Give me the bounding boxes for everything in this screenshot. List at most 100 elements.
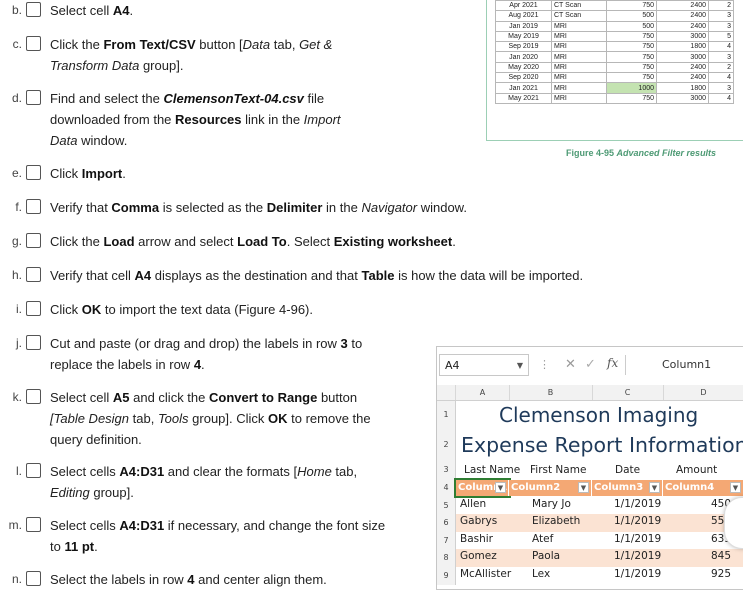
select-all-corner[interactable] <box>437 385 456 400</box>
table-header-label: Column4 <box>665 482 715 493</box>
row-header[interactable]: 6 <box>437 514 456 532</box>
step-checkbox[interactable] <box>26 199 41 214</box>
row-header[interactable]: 4 <box>437 479 456 497</box>
cancel-icon[interactable]: ✕ <box>565 357 576 372</box>
row-header[interactable]: 1 <box>437 401 456 429</box>
step-text: Verify that Comma is selected as the Del… <box>50 200 467 215</box>
filter-dropdown-icon[interactable]: ▼ <box>495 482 506 493</box>
column-headers: ABCD <box>437 385 743 401</box>
cell[interactable]: 1/1/2019 <box>614 533 661 545</box>
label-cell[interactable]: Date <box>615 464 640 476</box>
step-checkbox[interactable] <box>26 517 41 532</box>
sheet-subtitle[interactable]: Expense Report Information <box>461 433 743 457</box>
table-cell: 1800 <box>656 41 709 53</box>
label-cell[interactable]: Amount <box>676 464 717 476</box>
table-header-cell[interactable]: Column4 ▼ <box>663 480 743 496</box>
cell[interactable]: Gomez <box>460 550 497 562</box>
filter-dropdown-icon[interactable]: ▼ <box>649 482 660 493</box>
table-row: Jan 2020 MRI 750 3000 3 <box>495 51 734 63</box>
cell[interactable]: 925 <box>711 568 731 580</box>
table-row <box>456 549 743 567</box>
advanced-filter-figure: Apr 2021 CT Scan 750 2400 2 Aug 2021 CT Scan 50… <box>486 0 743 141</box>
cell[interactable]: Allen <box>460 498 486 510</box>
step-letter: j. <box>16 336 22 350</box>
filter-dropdown-icon[interactable]: ▼ <box>578 482 589 493</box>
row-header[interactable]: 8 <box>437 549 456 567</box>
table-header-cell[interactable]: Column1 ▼ <box>454 478 511 498</box>
table-cell: 2400 <box>656 61 709 74</box>
step-letter: f. <box>15 200 22 214</box>
label-cell[interactable]: Last Name <box>464 464 520 476</box>
table-header-cell[interactable]: Column2 ▼ <box>509 480 592 496</box>
cell[interactable]: McAllister <box>460 568 511 580</box>
filter-dropdown-icon[interactable]: ▼ <box>730 482 741 493</box>
cell[interactable]: 1/1/2019 <box>614 515 661 527</box>
table-cell: MRI <box>551 72 607 84</box>
column-header-b[interactable]: B <box>509 385 593 400</box>
label-cell[interactable]: First Name <box>530 464 586 476</box>
step-checkbox[interactable] <box>26 571 41 586</box>
step-checkbox[interactable] <box>26 267 41 282</box>
cell[interactable]: 845 <box>711 550 731 562</box>
table-cell: 750 <box>606 41 657 53</box>
step-letter: k. <box>12 390 22 404</box>
table-cell: 750 <box>606 92 657 104</box>
table-cell: 3 <box>708 82 734 94</box>
table-cell: 2 <box>708 0 734 12</box>
step-checkbox[interactable] <box>26 389 41 404</box>
step-text: Select the labels in row 4 and center al… <box>50 572 327 587</box>
step-checkbox[interactable] <box>26 165 41 180</box>
step-checkbox[interactable] <box>26 301 41 316</box>
table-cell: 3000 <box>656 30 709 43</box>
formula-input[interactable]: Column1 <box>625 355 743 375</box>
row-header[interactable]: 9 <box>437 567 456 585</box>
table-cell: 750 <box>606 0 657 12</box>
step-checkbox[interactable] <box>26 2 41 17</box>
enter-check-icon[interactable]: ✓ <box>585 357 596 372</box>
row-header[interactable]: 3 <box>437 461 456 479</box>
scroll-bubble <box>724 497 743 549</box>
row-header[interactable]: 5 <box>437 497 456 514</box>
step-checkbox[interactable] <box>26 233 41 248</box>
table-cell: 750 <box>606 72 657 84</box>
chevron-down-icon[interactable]: ▼ <box>517 355 523 377</box>
step-text: Click the Load arrow and select Load To.… <box>50 234 456 249</box>
insert-function-icon[interactable]: fx <box>607 356 618 370</box>
row-header[interactable]: 2 <box>437 429 456 461</box>
cell[interactable]: Atef <box>532 533 553 545</box>
column-header-a[interactable]: A <box>456 385 510 400</box>
step-checkbox[interactable] <box>26 463 41 478</box>
cell[interactable]: 1/1/2019 <box>614 550 661 562</box>
table-row: Jan 2019 MRI 500 2400 3 <box>495 20 734 32</box>
drag-handle-icon[interactable]: ⋮ <box>539 358 550 371</box>
column-header-d[interactable]: D <box>663 385 743 400</box>
table-cell: 750 <box>606 51 657 63</box>
table-cell: MRI <box>551 92 607 104</box>
table-cell: 500 <box>606 20 657 32</box>
cell[interactable]: Gabrys <box>460 515 497 527</box>
sheet-title[interactable]: Clemenson Imaging <box>499 403 698 427</box>
column-header-c[interactable]: C <box>592 385 664 400</box>
cell[interactable]: 1/1/2019 <box>614 498 661 510</box>
table-cell: MRI <box>551 41 607 53</box>
cell[interactable]: Paola <box>532 550 560 562</box>
step-letter: g. <box>11 234 22 248</box>
table-cell: Aug 2021 <box>495 10 552 22</box>
cell[interactable]: Lex <box>532 568 550 580</box>
cell[interactable]: 1/1/2019 <box>614 568 661 580</box>
step-checkbox[interactable] <box>26 335 41 350</box>
cell[interactable]: Bashir <box>460 533 493 545</box>
cell[interactable]: Mary Jo <box>532 498 571 510</box>
step-checkbox[interactable] <box>26 36 41 51</box>
step-text: Click OK to import the text data (Figure… <box>50 302 313 317</box>
name-box[interactable]: A4 ▼ <box>439 354 529 376</box>
step-letter: e. <box>11 166 22 180</box>
table-row: May 2021 MRI 750 3000 4 <box>495 92 734 104</box>
step-checkbox[interactable] <box>26 90 41 105</box>
name-box-value: A4 <box>445 359 460 372</box>
row-header[interactable]: 7 <box>437 532 456 549</box>
step-text: Select cells A4:D31 and clear the format… <box>50 464 358 500</box>
table-header-cell[interactable]: Column3 ▼ <box>592 480 663 496</box>
step-letter: c. <box>12 37 22 51</box>
cell[interactable]: Elizabeth <box>532 515 580 527</box>
